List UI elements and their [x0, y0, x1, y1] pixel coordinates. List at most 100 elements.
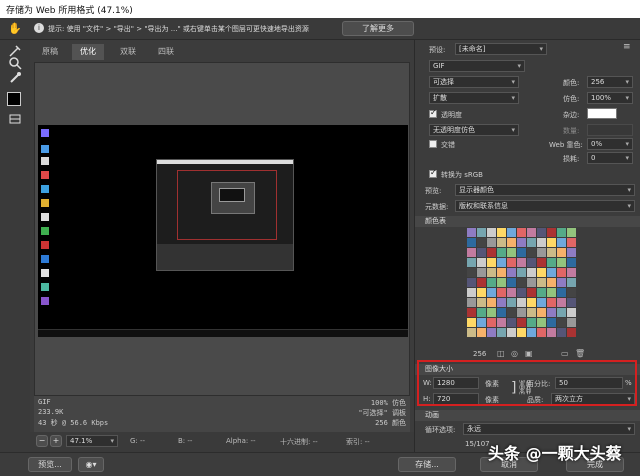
- color-swatch[interactable]: [557, 288, 566, 297]
- color-swatch[interactable]: [547, 318, 556, 327]
- color-swatch[interactable]: [557, 258, 566, 267]
- color-swatch[interactable]: [547, 298, 556, 307]
- color-swatch[interactable]: [537, 328, 546, 337]
- tab-optimized[interactable]: 优化: [72, 44, 104, 60]
- color-swatch[interactable]: [537, 288, 546, 297]
- color-swatch[interactable]: [497, 298, 506, 307]
- color-swatch[interactable]: [547, 308, 556, 317]
- color-swatch[interactable]: [537, 308, 546, 317]
- color-swatch[interactable]: [497, 248, 506, 257]
- color-swatch[interactable]: [497, 228, 506, 237]
- settings-menu-icon[interactable]: ≡: [623, 42, 631, 52]
- color-swatch[interactable]: [547, 278, 556, 287]
- lossy-input[interactable]: 0: [587, 152, 633, 164]
- color-swatch[interactable]: [467, 238, 476, 247]
- color-swatch[interactable]: [477, 298, 486, 307]
- color-swatch[interactable]: [467, 318, 476, 327]
- save-button[interactable]: 存储...: [398, 457, 456, 472]
- learn-more-button[interactable]: 了解更多: [342, 21, 414, 36]
- color-swatch[interactable]: [487, 298, 496, 307]
- color-swatch[interactable]: [537, 298, 546, 307]
- color-swatch[interactable]: [487, 318, 496, 327]
- color-swatch[interactable]: [557, 248, 566, 257]
- color-swatch[interactable]: [497, 318, 506, 327]
- color-table-swatches[interactable]: [467, 228, 577, 338]
- color-swatch[interactable]: [557, 318, 566, 327]
- color-swatch[interactable]: [527, 288, 536, 297]
- color-swatch[interactable]: [567, 228, 576, 237]
- color-swatch[interactable]: [567, 298, 576, 307]
- color-swatch[interactable]: [477, 308, 486, 317]
- color-swatch[interactable]: [527, 238, 536, 247]
- color-swatch[interactable]: [467, 308, 476, 317]
- delete-color-icon[interactable]: 🗑: [575, 349, 585, 358]
- color-swatch[interactable]: [557, 238, 566, 247]
- zoom-in-button[interactable]: +: [50, 435, 62, 447]
- color-swatch[interactable]: [507, 238, 516, 247]
- color-swatch[interactable]: [527, 228, 536, 237]
- color-swatch[interactable]: [537, 318, 546, 327]
- color-swatch[interactable]: [507, 248, 516, 257]
- tab-original[interactable]: 原稿: [34, 44, 66, 60]
- color-swatch[interactable]: [567, 258, 576, 267]
- color-swatch[interactable]: [467, 248, 476, 257]
- color-swatch[interactable]: [547, 288, 556, 297]
- zoom-level-select[interactable]: 47.1%: [66, 435, 118, 447]
- colors-select[interactable]: 256: [587, 76, 633, 88]
- color-swatch[interactable]: [477, 288, 486, 297]
- format-select[interactable]: GIF: [429, 60, 525, 72]
- preset-select[interactable]: [未命名]: [455, 43, 547, 55]
- eyedropper-color-swatch[interactable]: [7, 92, 21, 106]
- color-swatch[interactable]: [487, 288, 496, 297]
- color-swatch[interactable]: [527, 268, 536, 277]
- color-swatch[interactable]: [527, 318, 536, 327]
- color-swatch[interactable]: [507, 308, 516, 317]
- color-swatch[interactable]: [537, 238, 546, 247]
- web-snap-input[interactable]: 0%: [587, 138, 633, 150]
- preview-button[interactable]: 预览...: [28, 457, 72, 472]
- transparency-checkbox[interactable]: [429, 108, 437, 118]
- color-swatch[interactable]: [467, 268, 476, 277]
- transparency-dither-select[interactable]: 无透明度仿色: [429, 124, 519, 136]
- color-swatch[interactable]: [547, 268, 556, 277]
- color-swatch[interactable]: [507, 258, 516, 267]
- color-swatch[interactable]: [517, 328, 526, 337]
- zoom-tool-icon[interactable]: [8, 56, 22, 70]
- color-swatch[interactable]: [477, 248, 486, 257]
- color-swatch[interactable]: [477, 238, 486, 247]
- new-color-icon[interactable]: ▭: [561, 349, 569, 358]
- color-swatch[interactable]: [497, 238, 506, 247]
- image-preview-frame[interactable]: [34, 62, 410, 396]
- color-swatch[interactable]: [467, 288, 476, 297]
- web-shift-icon[interactable]: ◎: [511, 349, 518, 358]
- dither-amount-input[interactable]: 100%: [587, 92, 633, 104]
- dither-algorithm-select[interactable]: 扩散: [429, 92, 519, 104]
- color-swatch[interactable]: [567, 308, 576, 317]
- color-swatch[interactable]: [467, 258, 476, 267]
- browser-preview-button[interactable]: ◉▾: [78, 457, 104, 472]
- color-swatch[interactable]: [507, 278, 516, 287]
- metadata-select[interactable]: 版权和联系信息: [455, 200, 635, 212]
- eyedropper-tool-icon[interactable]: [8, 70, 22, 84]
- color-swatch[interactable]: [487, 328, 496, 337]
- color-swatch[interactable]: [477, 328, 486, 337]
- matte-color-swatch[interactable]: [587, 108, 617, 119]
- color-reduction-select[interactable]: 可选择: [429, 76, 519, 88]
- color-swatch[interactable]: [497, 278, 506, 287]
- map-color-icon[interactable]: ◫: [497, 349, 505, 358]
- color-swatch[interactable]: [507, 318, 516, 327]
- color-swatch[interactable]: [537, 278, 546, 287]
- color-swatch[interactable]: [507, 228, 516, 237]
- toggle-slices-icon[interactable]: [8, 112, 22, 126]
- color-swatch[interactable]: [467, 328, 476, 337]
- tab-4-up[interactable]: 四联: [150, 44, 182, 60]
- color-swatch[interactable]: [517, 318, 526, 327]
- zoom-out-button[interactable]: −: [36, 435, 48, 447]
- color-swatch[interactable]: [567, 328, 576, 337]
- color-swatch[interactable]: [487, 268, 496, 277]
- color-swatch[interactable]: [547, 228, 556, 237]
- color-swatch[interactable]: [557, 298, 566, 307]
- color-swatch[interactable]: [487, 308, 496, 317]
- color-swatch[interactable]: [547, 258, 556, 267]
- color-swatch[interactable]: [487, 248, 496, 257]
